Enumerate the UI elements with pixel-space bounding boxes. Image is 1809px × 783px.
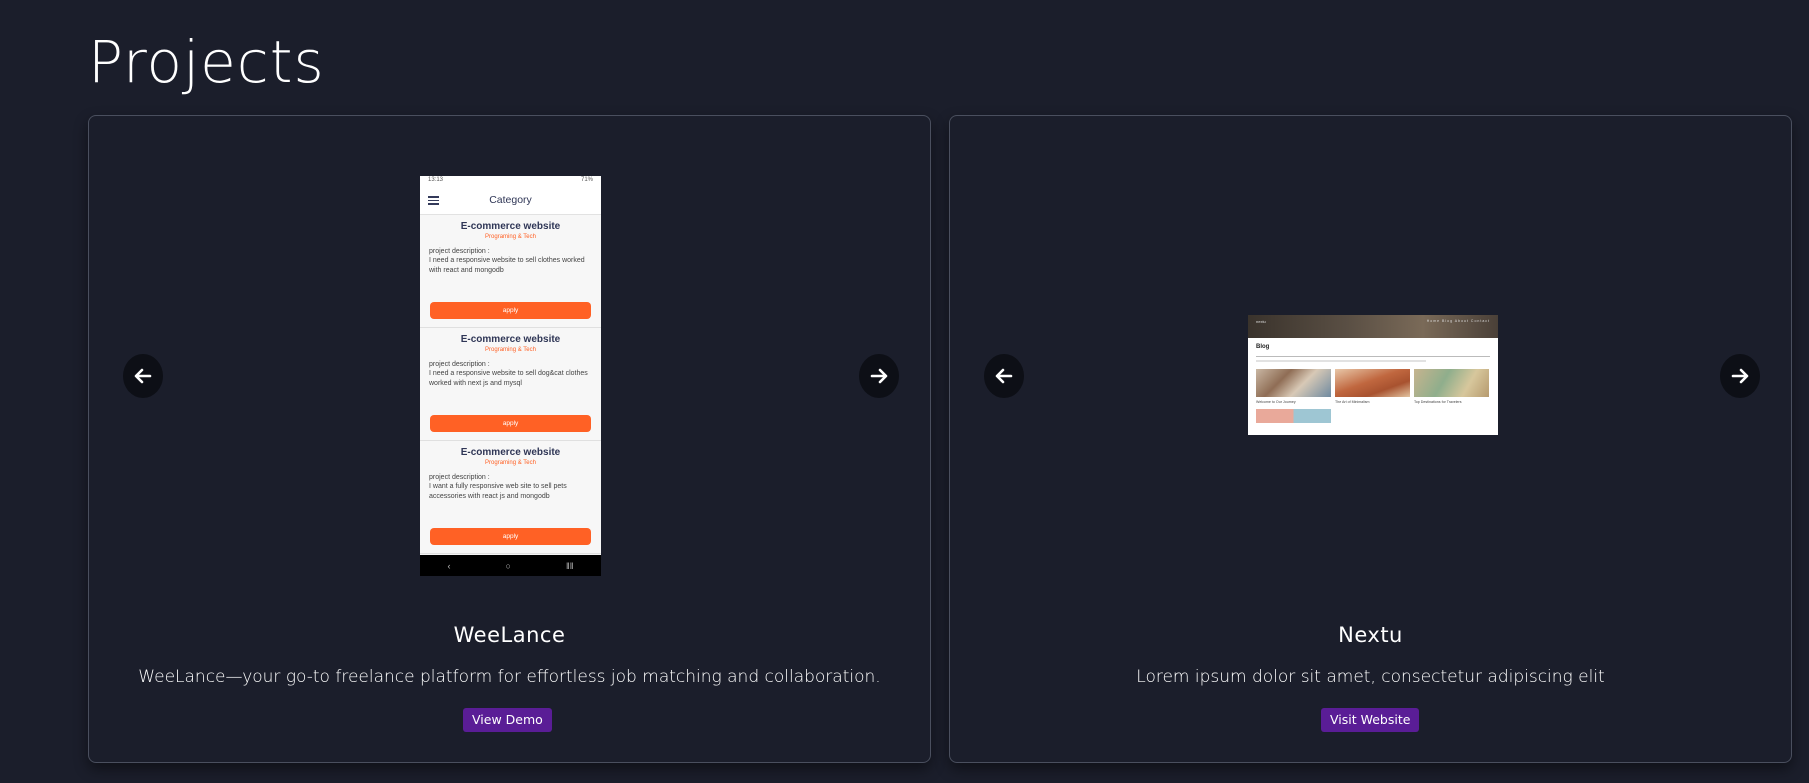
arrow-left-icon: [995, 368, 1013, 384]
job-label: project description :: [429, 474, 490, 481]
back-icon: ‹: [447, 560, 451, 571]
job-label: project description :: [429, 361, 490, 368]
hamburger-menu-icon: [428, 196, 439, 205]
project-screenshot: nextu Home Blog About Contact Blog Welco…: [1248, 315, 1498, 435]
blog-post: Top Destinations for Travelers: [1414, 369, 1489, 404]
arrow-left-icon: [134, 368, 152, 384]
blog-post-title: The Art of Minimalism: [1335, 400, 1370, 404]
job-item: E-commerce website Programing & Tech pro…: [420, 328, 601, 441]
blog-post-image: [1256, 409, 1331, 423]
carousel-prev-button[interactable]: [123, 354, 163, 398]
blog-post-row: [1256, 409, 1490, 423]
job-category: Programing & Tech: [485, 234, 536, 240]
project-title: Nextu: [1338, 623, 1403, 647]
recents-icon: ‖‖: [566, 560, 574, 571]
divider: [1256, 360, 1426, 362]
carousel-next-button[interactable]: [1720, 354, 1760, 398]
blog-post: The Art of Minimalism: [1335, 369, 1410, 404]
project-card-nextu: nextu Home Blog About Contact Blog Welco…: [949, 115, 1792, 763]
phone-status-bar: 13:13 71%: [420, 176, 601, 187]
blog-post-title: Welcome to Our Journey: [1256, 400, 1296, 404]
job-apply-button: apply: [430, 302, 591, 319]
home-icon: ○: [505, 560, 511, 571]
arrow-right-icon: [870, 368, 888, 384]
blog-post-title: Top Destinations for Travelers: [1414, 400, 1462, 404]
blog-post-image: [1256, 369, 1331, 397]
phone-app-bar: Category: [420, 187, 601, 215]
blog-brand: nextu: [1256, 319, 1266, 324]
job-title: E-commerce website: [460, 447, 561, 458]
blog-nav-links: Home Blog About Contact: [1426, 319, 1490, 323]
job-item: E-commerce website Programing & Tech pro…: [420, 215, 601, 328]
carousel-prev-button[interactable]: [984, 354, 1024, 398]
blog-post: Welcome to Our Journey: [1256, 369, 1331, 404]
divider: [1256, 356, 1490, 357]
app-title: Category: [489, 194, 532, 206]
blog-page-title: Blog: [1256, 344, 1270, 350]
job-item: E-commerce website Programing & Tech pro…: [420, 441, 601, 554]
projects-page: Projects 13:13 71% Category E-commerce w…: [0, 0, 1809, 783]
blog-post-image: [1414, 369, 1489, 397]
job-description: I need a responsive website to sell clot…: [429, 257, 585, 274]
blog-post-grid: Welcome to Our Journey The Art of Minima…: [1256, 369, 1490, 404]
project-screenshot: 13:13 71% Category E-commerce website Pr…: [420, 176, 601, 576]
status-time: 13:13: [428, 177, 444, 183]
job-apply-button: apply: [430, 415, 591, 432]
project-title: WeeLance: [453, 623, 566, 647]
blog-post-image: [1335, 369, 1410, 397]
project-card-weelance: 13:13 71% Category E-commerce website Pr…: [88, 115, 931, 763]
job-label: project description :: [429, 248, 490, 255]
job-category: Programing & Tech: [485, 460, 536, 466]
job-apply-button: apply: [430, 528, 591, 545]
visit-website-button[interactable]: Visit Website: [1321, 708, 1420, 732]
phone-nav-bar: ‹ ○ ‖‖: [420, 555, 601, 576]
project-description: Lorem ipsum dolor sit amet, consectetur …: [1136, 667, 1605, 687]
job-title: E-commerce website: [460, 221, 561, 232]
section-title: Projects: [88, 28, 325, 96]
job-description: I need a responsive website to sell dog&…: [429, 370, 588, 387]
arrow-right-icon: [1731, 368, 1749, 384]
status-battery: 71%: [580, 177, 593, 183]
job-description: I want a fully responsive web site to se…: [429, 483, 567, 500]
project-description: WeeLance—your go-to freelance platform f…: [138, 667, 881, 687]
view-demo-button[interactable]: View Demo: [463, 708, 552, 732]
blog-header: nextu Home Blog About Contact: [1248, 315, 1498, 338]
carousel-next-button[interactable]: [859, 354, 899, 398]
job-category: Programing & Tech: [485, 347, 536, 353]
job-title: E-commerce website: [460, 334, 561, 345]
